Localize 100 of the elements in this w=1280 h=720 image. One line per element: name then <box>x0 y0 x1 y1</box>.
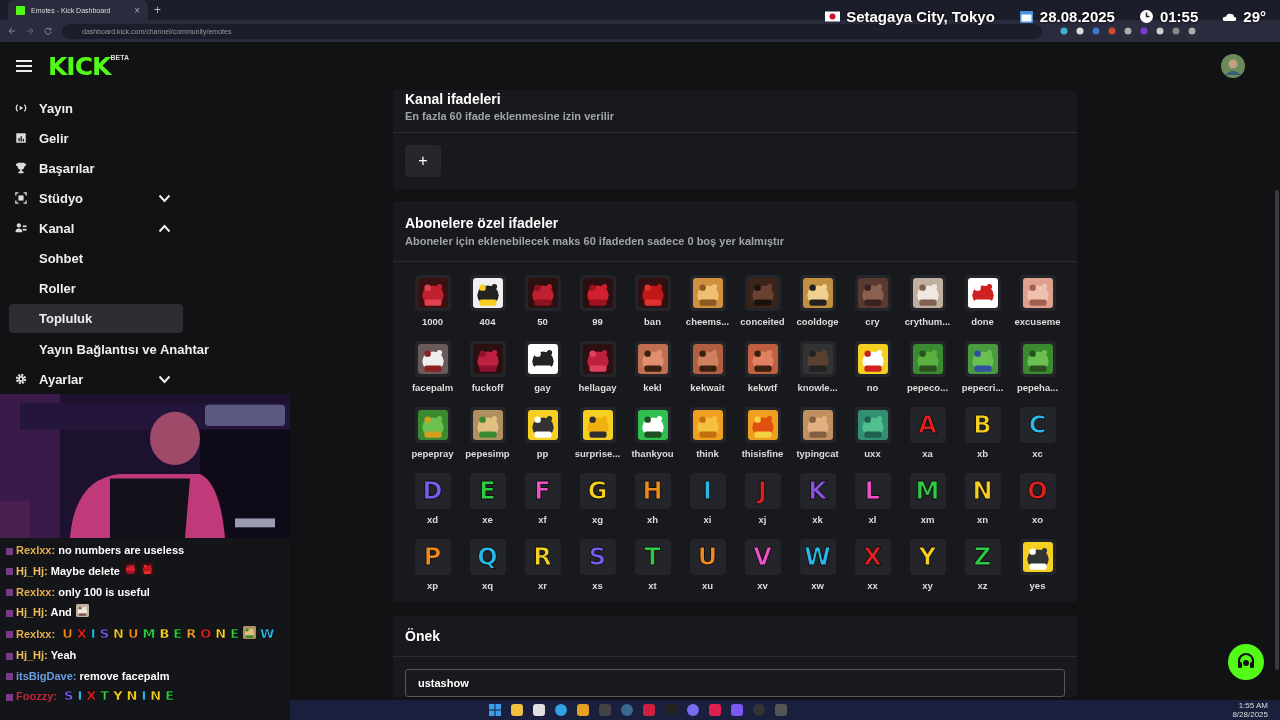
letter-emote: X <box>86 688 97 704</box>
emote-tile[interactable] <box>469 407 506 443</box>
menu-icon[interactable] <box>16 59 32 73</box>
app-icon[interactable] <box>554 703 568 717</box>
emote-tile[interactable] <box>964 341 1001 377</box>
emote-tile[interactable] <box>579 341 616 377</box>
sidebar-item[interactable]: Roller <box>9 277 183 299</box>
sidebar-item[interactable]: Gelir <box>0 127 183 149</box>
emote-tile[interactable] <box>964 275 1001 311</box>
emote-tile[interactable] <box>634 275 671 311</box>
add-emote-button[interactable]: + <box>405 145 441 177</box>
support-button[interactable] <box>1228 644 1264 680</box>
emote-name: kekwtf <box>747 381 778 394</box>
emote-tile[interactable]: P <box>414 539 451 575</box>
emote-tile[interactable]: F <box>524 473 561 509</box>
emote-name: pp <box>536 447 549 460</box>
emote-tile[interactable]: L <box>854 473 891 509</box>
emote-name: fuckoff <box>471 381 504 394</box>
sidebar-item[interactable]: Kanal <box>0 217 183 239</box>
emote-tile[interactable] <box>634 341 671 377</box>
emote-tile[interactable]: G <box>579 473 616 509</box>
emote-tile[interactable]: R <box>524 539 561 575</box>
emote-tile[interactable]: V <box>744 539 781 575</box>
emote-tile[interactable] <box>854 407 891 443</box>
sidebar-item[interactable]: Yayın Bağlantısı ve Anahtar <box>9 338 222 360</box>
chat-username[interactable]: Rexlxx: <box>16 627 56 640</box>
emote-tile[interactable]: Q <box>469 539 506 575</box>
app-icon[interactable] <box>576 703 590 717</box>
letter-emote: N <box>972 479 993 503</box>
emote-tile[interactable]: U <box>689 539 726 575</box>
emote-tile[interactable]: N <box>964 473 1001 509</box>
forward-icon[interactable] <box>26 27 34 35</box>
scrollbar[interactable] <box>1275 190 1279 670</box>
emote-tile[interactable] <box>1019 539 1056 575</box>
chat-username[interactable]: Hj_Hj: <box>16 606 48 619</box>
close-icon[interactable]: × <box>134 4 140 16</box>
emote-name: cheems... <box>685 315 730 328</box>
sidebar-item[interactable]: Ayarlar <box>0 368 183 390</box>
emote-tile[interactable] <box>469 341 506 377</box>
emote-tile[interactable] <box>689 341 726 377</box>
sidebar-item[interactable]: Topluluk <box>9 304 183 333</box>
emote-tile[interactable]: B <box>964 407 1001 443</box>
sidebar-item[interactable]: Sohbet <box>9 247 183 269</box>
emote-name: pepecri... <box>961 381 1004 394</box>
new-tab-button[interactable]: + <box>154 3 161 17</box>
emote-tile[interactable] <box>1019 275 1056 311</box>
emote-tile[interactable] <box>414 341 451 377</box>
avatar[interactable] <box>1221 54 1245 78</box>
emote-tile[interactable]: C <box>1019 407 1056 443</box>
emote-tile[interactable] <box>854 341 891 377</box>
letter-emote: M <box>142 625 156 641</box>
prefix-field[interactable]: ustashow <box>405 669 1065 697</box>
emote-tile[interactable] <box>744 275 781 311</box>
letter-emote: F <box>534 479 551 503</box>
reload-icon[interactable] <box>44 27 52 35</box>
emote-tile[interactable]: I <box>689 473 726 509</box>
chat-username[interactable]: Hj_Hj: <box>16 649 48 662</box>
chat-username[interactable]: Hj_Hj: <box>16 564 48 577</box>
emote-tile[interactable] <box>744 407 781 443</box>
back-icon[interactable] <box>8 27 16 35</box>
app-icon[interactable] <box>532 703 546 717</box>
emote-tile[interactable] <box>469 275 506 311</box>
emote-tile[interactable] <box>524 407 561 443</box>
logo[interactable]: KICK <box>48 51 111 81</box>
emote-tile[interactable] <box>909 341 946 377</box>
emote-tile[interactable] <box>1019 341 1056 377</box>
kick-icon <box>16 5 25 15</box>
emote-tile[interactable] <box>414 407 451 443</box>
emote-tile[interactable] <box>744 341 781 377</box>
emote-tile[interactable] <box>579 407 616 443</box>
emote-tile[interactable] <box>799 407 836 443</box>
emote-tile[interactable]: Z <box>964 539 1001 575</box>
letter-emote: I <box>703 479 712 503</box>
letter-emote: I <box>141 688 147 704</box>
emote-tile[interactable] <box>579 275 616 311</box>
sidebar-item[interactable]: Başarılar <box>0 157 183 179</box>
emote-tile[interactable] <box>799 275 836 311</box>
app-icon[interactable] <box>510 703 524 717</box>
emote-tile[interactable] <box>689 275 726 311</box>
app-icon[interactable] <box>488 703 502 717</box>
location-text: Setagaya City, Tokyo <box>846 8 995 25</box>
chat-username[interactable]: itsBigDave: <box>16 669 77 682</box>
emote-tile[interactable] <box>799 341 836 377</box>
chat-username[interactable]: Rexlxx: <box>16 544 56 556</box>
emote-tile[interactable] <box>909 275 946 311</box>
chat-username[interactable]: Rexlxx: <box>16 585 56 598</box>
emote-tile[interactable]: H <box>634 473 671 509</box>
emote-tile[interactable]: Y <box>909 539 946 575</box>
emote-tile[interactable]: W <box>799 539 836 575</box>
emote-tile[interactable] <box>524 275 561 311</box>
emote-tile[interactable] <box>634 407 671 443</box>
sidebar-item[interactable]: Stüdyo <box>0 187 183 209</box>
emote-tile[interactable] <box>689 407 726 443</box>
sidebar-item[interactable]: Yayın <box>0 97 183 119</box>
emote-tile[interactable]: M <box>909 473 946 509</box>
emote-tile[interactable] <box>854 275 891 311</box>
emote-tile[interactable]: E <box>469 473 506 509</box>
emote-tile[interactable] <box>524 341 561 377</box>
emote-tile[interactable] <box>414 275 451 311</box>
emote-tile[interactable]: T <box>634 539 671 575</box>
